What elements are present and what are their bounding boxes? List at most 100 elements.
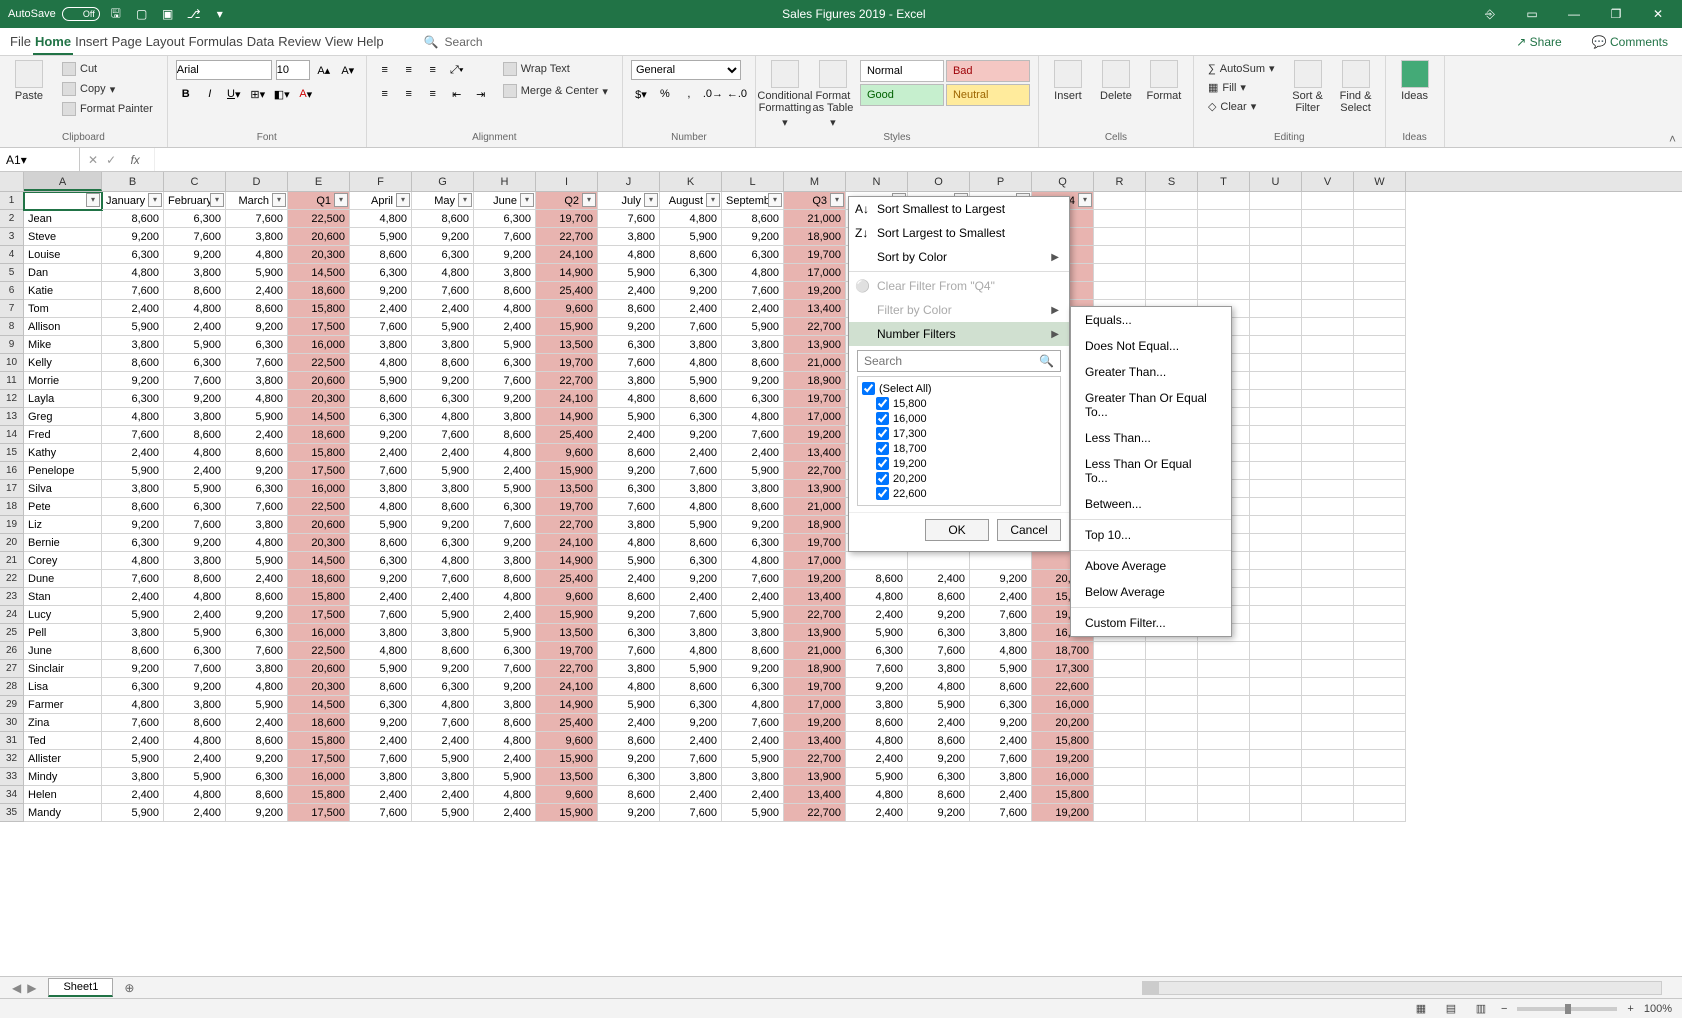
data-cell[interactable]: 3,800 bbox=[226, 516, 288, 534]
number-filter-option[interactable]: Top 10... bbox=[1071, 522, 1231, 548]
data-cell[interactable]: 8,600 bbox=[474, 426, 536, 444]
data-cell[interactable]: 18,600 bbox=[288, 426, 350, 444]
data-cell[interactable]: 2,400 bbox=[846, 606, 908, 624]
data-cell[interactable]: 3,800 bbox=[722, 480, 784, 498]
data-cell[interactable]: 2,400 bbox=[474, 804, 536, 822]
data-cell[interactable]: 9,200 bbox=[412, 516, 474, 534]
data-cell[interactable] bbox=[1354, 480, 1406, 498]
data-cell[interactable]: 25,400 bbox=[536, 426, 598, 444]
style-bad[interactable]: Bad bbox=[946, 60, 1030, 82]
data-cell[interactable]: 3,800 bbox=[660, 480, 722, 498]
name-cell[interactable]: Morrie bbox=[24, 372, 102, 390]
data-cell[interactable]: 22,700 bbox=[536, 228, 598, 246]
column-header[interactable]: C bbox=[164, 172, 226, 191]
data-cell[interactable]: 2,400 bbox=[660, 588, 722, 606]
data-cell[interactable]: 19,200 bbox=[1032, 804, 1094, 822]
data-cell[interactable]: 3,800 bbox=[660, 624, 722, 642]
data-cell[interactable]: 6,300 bbox=[598, 480, 660, 498]
data-cell[interactable]: 4,800 bbox=[226, 534, 288, 552]
data-cell[interactable] bbox=[1250, 210, 1302, 228]
column-header[interactable]: B bbox=[102, 172, 164, 191]
horizontal-scrollbar[interactable] bbox=[139, 981, 1682, 995]
data-cell[interactable] bbox=[1354, 786, 1406, 804]
style-normal[interactable]: Normal bbox=[860, 60, 944, 82]
data-cell[interactable] bbox=[1094, 678, 1146, 696]
data-cell[interactable]: 4,800 bbox=[164, 444, 226, 462]
name-cell[interactable]: Allison bbox=[24, 318, 102, 336]
data-cell[interactable]: 2,400 bbox=[722, 588, 784, 606]
data-cell[interactable] bbox=[1250, 408, 1302, 426]
data-cell[interactable] bbox=[1354, 660, 1406, 678]
data-cell[interactable]: 6,300 bbox=[350, 408, 412, 426]
row-header[interactable]: 2 bbox=[0, 210, 24, 228]
data-cell[interactable]: 19,200 bbox=[784, 570, 846, 588]
data-cell[interactable]: 7,600 bbox=[412, 282, 474, 300]
data-cell[interactable]: 3,800 bbox=[908, 660, 970, 678]
insert-cells-button[interactable]: Insert bbox=[1047, 60, 1089, 102]
data-cell[interactable]: 3,800 bbox=[350, 624, 412, 642]
data-cell[interactable] bbox=[1302, 444, 1354, 462]
data-cell[interactable]: 3,800 bbox=[226, 660, 288, 678]
data-cell[interactable]: 5,900 bbox=[350, 228, 412, 246]
data-cell[interactable]: 8,600 bbox=[412, 498, 474, 516]
column-header[interactable]: F bbox=[350, 172, 412, 191]
sort-by-color-item[interactable]: Sort by Color▶ bbox=[849, 245, 1069, 269]
data-cell[interactable] bbox=[1094, 786, 1146, 804]
data-cell[interactable]: 7,600 bbox=[722, 714, 784, 732]
data-cell[interactable]: 9,200 bbox=[412, 660, 474, 678]
data-cell[interactable]: 6,300 bbox=[908, 768, 970, 786]
row-header[interactable]: 5 bbox=[0, 264, 24, 282]
data-cell[interactable]: 17,500 bbox=[288, 606, 350, 624]
name-cell[interactable]: Bernie bbox=[24, 534, 102, 552]
data-cell[interactable] bbox=[1302, 228, 1354, 246]
data-cell[interactable]: 8,600 bbox=[226, 732, 288, 750]
filter-dropdown-button[interactable] bbox=[148, 193, 162, 207]
data-cell[interactable]: 19,200 bbox=[1032, 750, 1094, 768]
data-cell[interactable] bbox=[1302, 588, 1354, 606]
data-cell[interactable]: 2,400 bbox=[164, 750, 226, 768]
data-cell[interactable] bbox=[1198, 264, 1250, 282]
data-cell[interactable]: 2,400 bbox=[164, 606, 226, 624]
name-cell[interactable]: Pell bbox=[24, 624, 102, 642]
filter-check-item[interactable]: 20,200 bbox=[876, 471, 1056, 486]
data-cell[interactable] bbox=[1302, 516, 1354, 534]
data-cell[interactable]: 5,900 bbox=[474, 480, 536, 498]
data-cell[interactable]: 19,700 bbox=[784, 390, 846, 408]
data-cell[interactable]: 3,800 bbox=[164, 408, 226, 426]
data-cell[interactable]: 24,100 bbox=[536, 678, 598, 696]
filter-check-item[interactable]: 15,800 bbox=[876, 396, 1056, 411]
data-cell[interactable]: 8,600 bbox=[226, 588, 288, 606]
data-cell[interactable]: 20,600 bbox=[288, 228, 350, 246]
decrease-indent-icon[interactable]: ⇤ bbox=[447, 84, 467, 104]
data-cell[interactable]: 2,400 bbox=[350, 300, 412, 318]
data-cell[interactable] bbox=[1302, 804, 1354, 822]
data-cell[interactable]: 2,400 bbox=[164, 804, 226, 822]
data-cell[interactable]: 4,800 bbox=[722, 552, 784, 570]
name-cell[interactable]: Jean bbox=[24, 210, 102, 228]
data-cell[interactable]: 7,600 bbox=[474, 228, 536, 246]
data-cell[interactable]: 9,200 bbox=[722, 516, 784, 534]
data-cell[interactable]: 9,200 bbox=[350, 714, 412, 732]
row-header[interactable]: 7 bbox=[0, 300, 24, 318]
data-cell[interactable]: 9,200 bbox=[598, 462, 660, 480]
data-cell[interactable]: 3,800 bbox=[970, 624, 1032, 642]
data-cell[interactable]: 8,600 bbox=[908, 588, 970, 606]
number-filter-option[interactable]: Less Than Or Equal To... bbox=[1071, 451, 1231, 491]
data-cell[interactable]: 7,600 bbox=[164, 372, 226, 390]
data-cell[interactable]: 21,000 bbox=[784, 642, 846, 660]
number-filters-item[interactable]: Number Filters▶ bbox=[849, 322, 1069, 346]
data-cell[interactable]: 4,800 bbox=[660, 210, 722, 228]
data-cell[interactable]: 7,600 bbox=[164, 228, 226, 246]
data-cell[interactable]: 5,900 bbox=[412, 318, 474, 336]
data-cell[interactable]: 5,900 bbox=[598, 552, 660, 570]
data-cell[interactable]: 14,500 bbox=[288, 552, 350, 570]
data-cell[interactable]: 4,800 bbox=[598, 390, 660, 408]
data-cell[interactable]: 9,600 bbox=[536, 300, 598, 318]
row-header[interactable]: 14 bbox=[0, 426, 24, 444]
data-cell[interactable] bbox=[1250, 606, 1302, 624]
format-painter-button[interactable]: Format Painter bbox=[56, 100, 159, 118]
worksheet-grid[interactable]: ABCDEFGHIJKLMNOPQRSTUVW 1JanuaryFebruary… bbox=[0, 172, 1682, 976]
data-cell[interactable]: 5,900 bbox=[722, 750, 784, 768]
data-cell[interactable]: 7,600 bbox=[908, 642, 970, 660]
data-cell[interactable]: 4,800 bbox=[350, 354, 412, 372]
